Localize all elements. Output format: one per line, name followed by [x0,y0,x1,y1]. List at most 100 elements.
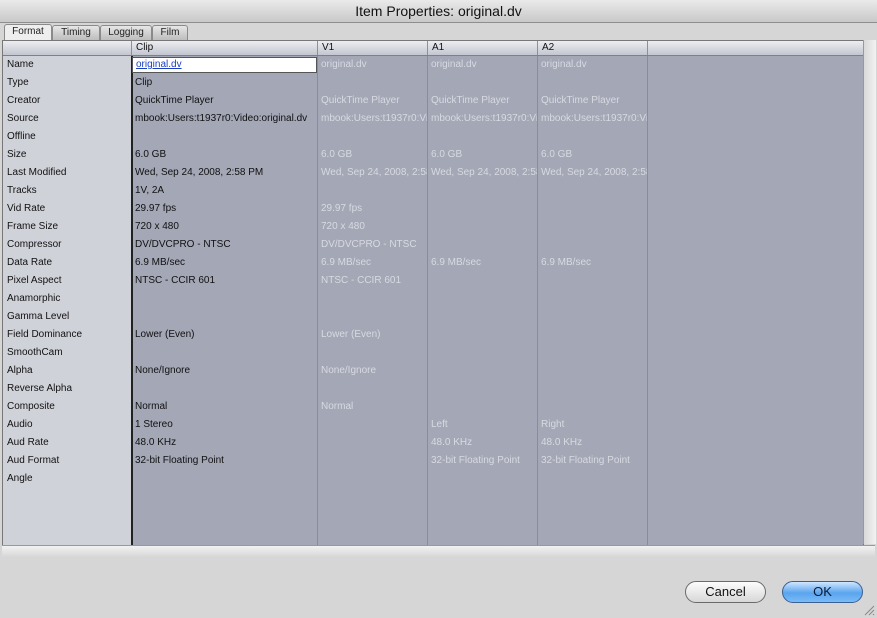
table-cell-a1[interactable] [428,272,537,290]
table-cell-clip[interactable] [132,308,317,326]
table-cell-a1[interactable]: original.dv [428,56,537,74]
tab-film[interactable]: Film [152,25,188,40]
table-cell-v1[interactable]: 6.0 GB [318,146,427,164]
name-edit-field[interactable]: original.dv [132,57,317,73]
table-cell-a2[interactable] [538,128,647,146]
table-cell-v1[interactable]: None/Ignore [318,362,427,380]
table-cell-clip[interactable] [132,380,317,398]
horizontal-scrollbar[interactable] [2,545,875,558]
tab-format[interactable]: Format [4,24,52,40]
table-cell-v1[interactable]: original.dv [318,56,427,74]
table-cell-a2[interactable] [538,308,647,326]
table-cell-clip[interactable]: Wed, Sep 24, 2008, 2:58 PM [132,164,317,182]
table-cell-v1[interactable] [318,128,427,146]
table-cell-clip[interactable]: 720 x 480 [132,218,317,236]
table-cell-clip[interactable]: NTSC - CCIR 601 [132,272,317,290]
table-cell-a1[interactable] [428,218,537,236]
table-cell-a2[interactable]: QuickTime Player [538,92,647,110]
table-cell-a1[interactable] [428,128,537,146]
table-cell-a1[interactable] [428,308,537,326]
table-cell-clip[interactable] [132,344,317,362]
table-cell-a1[interactable] [428,236,537,254]
table-cell-v1[interactable] [318,380,427,398]
table-cell-clip[interactable]: None/Ignore [132,362,317,380]
table-cell-v1[interactable] [318,434,427,452]
column-header-v1[interactable]: V1 [318,41,428,55]
table-cell-a2[interactable] [538,362,647,380]
table-cell-clip[interactable]: DV/DVCPRO - NTSC [132,236,317,254]
table-cell-clip[interactable] [132,128,317,146]
table-cell-v1[interactable] [318,182,427,200]
table-cell-a2[interactable] [538,398,647,416]
table-cell-a2[interactable] [538,218,647,236]
table-cell-a1[interactable]: Wed, Sep 24, 2008, 2:58 [428,164,537,182]
table-cell-a1[interactable]: 48.0 KHz [428,434,537,452]
table-cell-v1[interactable]: Normal [318,398,427,416]
table-cell-clip[interactable]: 1V, 2A [132,182,317,200]
table-cell-clip[interactable] [132,470,317,488]
table-cell-clip[interactable]: 48.0 KHz [132,434,317,452]
table-cell-a1[interactable] [428,182,537,200]
table-cell-clip[interactable]: 29.97 fps [132,200,317,218]
table-cell-a1[interactable] [428,74,537,92]
table-cell-a2[interactable] [538,290,647,308]
table-cell-v1[interactable] [318,416,427,434]
table-cell-a2[interactable]: Wed, Sep 24, 2008, 2:58 [538,164,647,182]
table-cell-a2[interactable] [538,272,647,290]
table-cell-v1[interactable]: QuickTime Player [318,92,427,110]
table-cell-a1[interactable] [428,344,537,362]
table-cell-v1[interactable] [318,290,427,308]
table-cell-a2[interactable] [538,344,647,362]
table-cell-a1[interactable] [428,200,537,218]
table-cell-a1[interactable] [428,398,537,416]
table-cell-a2[interactable]: 48.0 KHz [538,434,647,452]
table-cell-a1[interactable]: 6.0 GB [428,146,537,164]
table-cell-a1[interactable]: QuickTime Player [428,92,537,110]
table-cell-v1[interactable]: DV/DVCPRO - NTSC [318,236,427,254]
resize-grip-icon[interactable] [863,604,875,616]
table-cell-a1[interactable]: Left [428,416,537,434]
column-header-a2[interactable]: A2 [538,41,648,55]
table-cell-v1[interactable]: 6.9 MB/sec [318,254,427,272]
table-cell-a1[interactable]: mbook:Users:t1937r0:Vi [428,110,537,128]
table-cell-a1[interactable] [428,362,537,380]
table-cell-a2[interactable]: Right [538,416,647,434]
table-cell-clip[interactable]: 6.9 MB/sec [132,254,317,272]
cancel-button[interactable]: Cancel [685,581,766,603]
table-cell-v1[interactable]: mbook:Users:t1937r0:Vi [318,110,427,128]
table-cell-a2[interactable]: 6.9 MB/sec [538,254,647,272]
table-cell-clip[interactable]: 1 Stereo [132,416,317,434]
table-cell-a1[interactable]: 6.9 MB/sec [428,254,537,272]
table-cell-a1[interactable] [428,380,537,398]
table-cell-v1[interactable] [318,452,427,470]
table-cell-v1[interactable]: 720 x 480 [318,218,427,236]
table-cell-a2[interactable] [538,200,647,218]
table-cell-clip[interactable]: 6.0 GB [132,146,317,164]
table-cell-clip[interactable] [132,290,317,308]
table-cell-a2[interactable] [538,470,647,488]
table-cell-clip[interactable]: Lower (Even) [132,326,317,344]
table-cell-v1[interactable]: Wed, Sep 24, 2008, 2:58 [318,164,427,182]
table-cell-v1[interactable] [318,470,427,488]
table-cell-v1[interactable] [318,308,427,326]
table-cell-v1[interactable]: Lower (Even) [318,326,427,344]
tab-logging[interactable]: Logging [100,25,152,40]
table-cell-a2[interactable]: original.dv [538,56,647,74]
table-cell-a2[interactable] [538,380,647,398]
table-cell-a2[interactable] [538,326,647,344]
column-header-a1[interactable]: A1 [428,41,538,55]
table-cell-clip[interactable]: Normal [132,398,317,416]
table-cell-a2[interactable]: mbook:Users:t1937r0:Vi [538,110,647,128]
table-cell-v1[interactable]: NTSC - CCIR 601 [318,272,427,290]
table-cell-a1[interactable]: 32-bit Floating Point [428,452,537,470]
ok-button[interactable]: OK [782,581,863,603]
table-cell-clip[interactable]: mbook:Users:t1937r0:Video:original.dv [132,110,317,128]
table-cell-a1[interactable] [428,326,537,344]
table-cell-a2[interactable] [538,182,647,200]
table-cell-a2[interactable]: 32-bit Floating Point [538,452,647,470]
table-cell-clip[interactable]: Clip [132,74,317,92]
table-cell-a1[interactable] [428,290,537,308]
vertical-scrollbar[interactable] [863,40,876,544]
table-cell-a2[interactable] [538,236,647,254]
table-cell-clip[interactable]: QuickTime Player [132,92,317,110]
